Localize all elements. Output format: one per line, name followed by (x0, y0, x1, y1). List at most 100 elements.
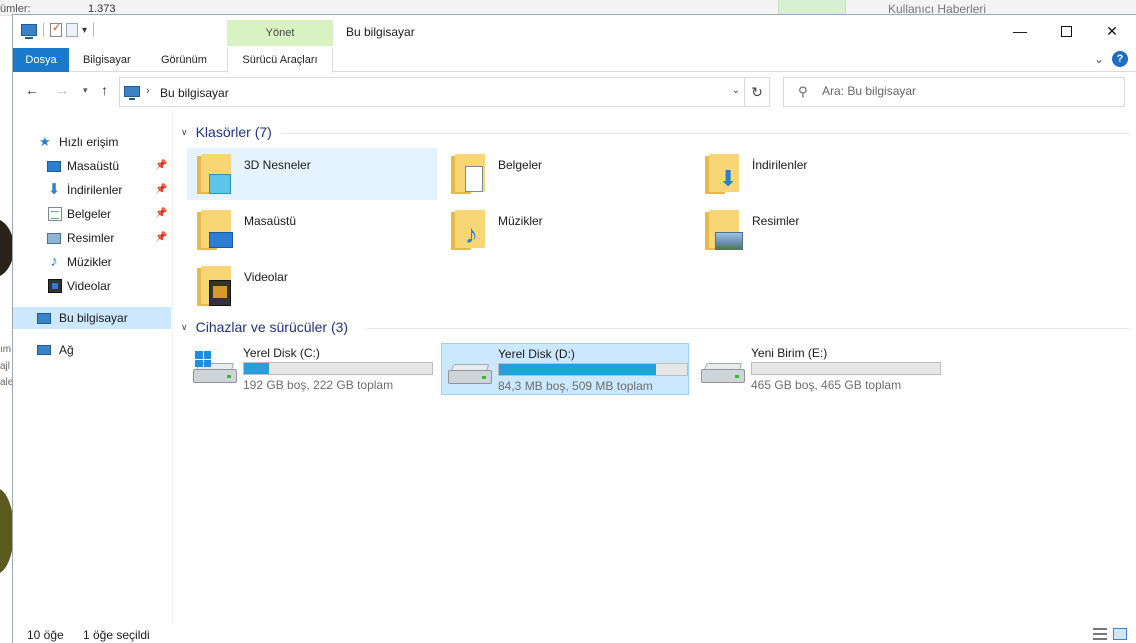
computer-icon[interactable] (21, 24, 37, 39)
drive-usage-bar (243, 362, 433, 375)
music-icon: ♪ (50, 253, 58, 270)
content-pane: ∨ Klasörler (7) 3D Nesneler Belgeler ⬇ İ (173, 111, 1136, 624)
quick-access-toolbar: ▾ (21, 21, 96, 39)
group-header-folders[interactable]: ∨ Klasörler (7) (181, 124, 272, 140)
drive-item[interactable]: Yeni Birim (E:) 465 GB boş, 465 GB topla… (695, 343, 943, 395)
folder-item[interactable]: Videolar (187, 260, 437, 312)
pin-icon[interactable]: 📌 (155, 179, 167, 201)
folder-item[interactable]: Belgeler (441, 148, 691, 200)
drive-usage-bar (751, 362, 941, 375)
sidebar-item-documents[interactable]: Belgeler 📌 (13, 203, 171, 225)
pin-icon[interactable]: 📌 (155, 155, 167, 177)
videos-icon (48, 279, 62, 293)
sidebar-item-downloads[interactable]: ⬇ İndirilenler 📌 (13, 179, 171, 201)
minimize-button[interactable]: — (997, 15, 1043, 47)
drive-name: Yerel Disk (D:) (498, 347, 575, 361)
refresh-button[interactable]: ↻ (744, 77, 770, 107)
pictures-icon (47, 233, 61, 244)
pin-icon[interactable]: 📌 (155, 227, 167, 249)
up-button[interactable]: ↑ (101, 82, 108, 98)
group-divider (367, 328, 1129, 329)
back-button[interactable]: ← (25, 82, 39, 98)
search-box[interactable]: ⚲ (783, 77, 1125, 107)
drive-icon (701, 357, 745, 383)
folder-item[interactable]: 3D Nesneler (187, 148, 437, 200)
folder-name: İndirilenler (752, 158, 808, 172)
sidebar-item-label: Müzikler (67, 255, 112, 269)
status-bar: 10 öğe 1 öğe seçildi (13, 624, 1136, 643)
drive-name: Yeni Birim (E:) (751, 346, 828, 360)
sidebar-item-label: Belgeler (67, 207, 112, 221)
drive-icon (448, 358, 492, 384)
drive-usage-fill (244, 363, 270, 374)
folder-item[interactable]: Resimler (695, 204, 945, 256)
navigation-pane: ★ Hızlı erişim Masaüstü 📌 ⬇ İndirilenler… (13, 111, 172, 624)
group-header-devices[interactable]: ∨ Cihazlar ve sürücüler (3) (181, 319, 348, 335)
new-folder-icon[interactable] (66, 23, 78, 37)
sidebar-item-network[interactable]: Ağ (13, 339, 171, 361)
drive-space-info: 192 GB boş, 222 GB toplam (243, 378, 394, 392)
customize-toolbar-dropdown-icon[interactable]: ▾ (82, 25, 87, 36)
drive-usage-bar (498, 363, 688, 376)
folder-name: Masaüstü (244, 214, 297, 228)
tab-view[interactable]: Görünüm (161, 48, 207, 72)
documents-folder-icon (451, 154, 489, 196)
details-view-icon[interactable] (1093, 628, 1107, 640)
file-explorer-window: ▾ Yönet Bu bilgisayar — ✕ Dosya Bilgisay… (12, 14, 1136, 643)
pin-icon[interactable]: 📌 (155, 203, 167, 225)
close-button[interactable]: ✕ (1089, 15, 1135, 47)
computer-icon (124, 86, 140, 100)
drive-item[interactable]: Yerel Disk (C:) 192 GB boş, 222 GB topla… (187, 343, 435, 395)
breadcrumb-separator[interactable]: › (146, 85, 150, 97)
downloads-folder-icon: ⬇ (705, 154, 743, 196)
drive-usage-fill (499, 364, 656, 375)
sidebar-item-desktop[interactable]: Masaüstü 📌 (13, 155, 171, 177)
folder-item[interactable]: ♪ Müzikler (441, 204, 691, 256)
tiles-view-icon[interactable] (1113, 628, 1127, 640)
folder-name: Resimler (752, 214, 800, 228)
network-icon (37, 345, 51, 355)
sidebar-item-videos[interactable]: Videolar (13, 275, 171, 297)
folder-item[interactable]: Masaüstü (187, 204, 437, 256)
title-bar: ▾ Yönet Bu bilgisayar — ✕ (13, 15, 1136, 47)
help-icon[interactable]: ? (1112, 51, 1128, 67)
tab-computer[interactable]: Bilgisayar (83, 48, 131, 72)
folder-name: 3D Nesneler (244, 158, 311, 172)
computer-icon (37, 313, 51, 324)
chevron-down-icon: ∨ (181, 321, 188, 332)
sidebar-item-pictures[interactable]: Resimler 📌 (13, 227, 171, 249)
folder-name: Belgeler (498, 158, 543, 172)
sidebar-item-music[interactable]: ♪ Müzikler (13, 251, 171, 273)
tab-drive-tools[interactable]: Sürücü Araçları (227, 48, 333, 73)
search-input[interactable] (822, 84, 1112, 98)
folder-item[interactable]: ⬇ İndirilenler (695, 148, 945, 200)
maximize-icon (1060, 25, 1072, 37)
window-title: Bu bilgisayar (346, 25, 415, 39)
drive-name: Yerel Disk (C:) (243, 346, 320, 360)
music-folder-icon: ♪ (451, 210, 489, 252)
group-header-label: Cihazlar ve sürücüler (3) (195, 319, 349, 335)
recent-locations-dropdown[interactable]: ▾ (83, 85, 88, 96)
maximize-button[interactable] (1043, 15, 1089, 47)
videos-folder-icon (197, 266, 235, 308)
selection-count: 1 öğe seçildi (83, 628, 150, 642)
forward-button[interactable]: → (55, 82, 69, 98)
sidebar-item-label: Resimler (67, 231, 115, 245)
drive-item[interactable]: Yerel Disk (D:) 84,3 MB boş, 509 MB topl… (441, 343, 689, 395)
expand-ribbon-icon[interactable]: ⌄ (1094, 52, 1104, 66)
windows-logo-icon (195, 351, 211, 367)
drive-space-info: 465 GB boş, 465 GB toplam (751, 378, 902, 392)
breadcrumb-this-pc[interactable]: Bu bilgisayar (160, 86, 229, 100)
properties-icon[interactable] (50, 21, 62, 37)
sidebar-item-label: İndirilenler (67, 183, 123, 197)
tab-manage[interactable]: Yönet (227, 20, 333, 46)
desktop-folder-icon (197, 210, 235, 252)
3d-objects-folder-icon (197, 154, 235, 196)
sidebar-item-this-pc[interactable]: Bu bilgisayar (13, 307, 171, 329)
sidebar-item-quick-access[interactable]: ★ Hızlı erişim (13, 131, 171, 153)
address-bar[interactable]: › Bu bilgisayar ⌄ (119, 77, 745, 107)
chevron-down-icon[interactable]: ⌄ (732, 85, 740, 96)
tab-file[interactable]: Dosya (13, 48, 69, 72)
background-text: ım (0, 344, 12, 355)
toolbar-separator (43, 23, 44, 37)
